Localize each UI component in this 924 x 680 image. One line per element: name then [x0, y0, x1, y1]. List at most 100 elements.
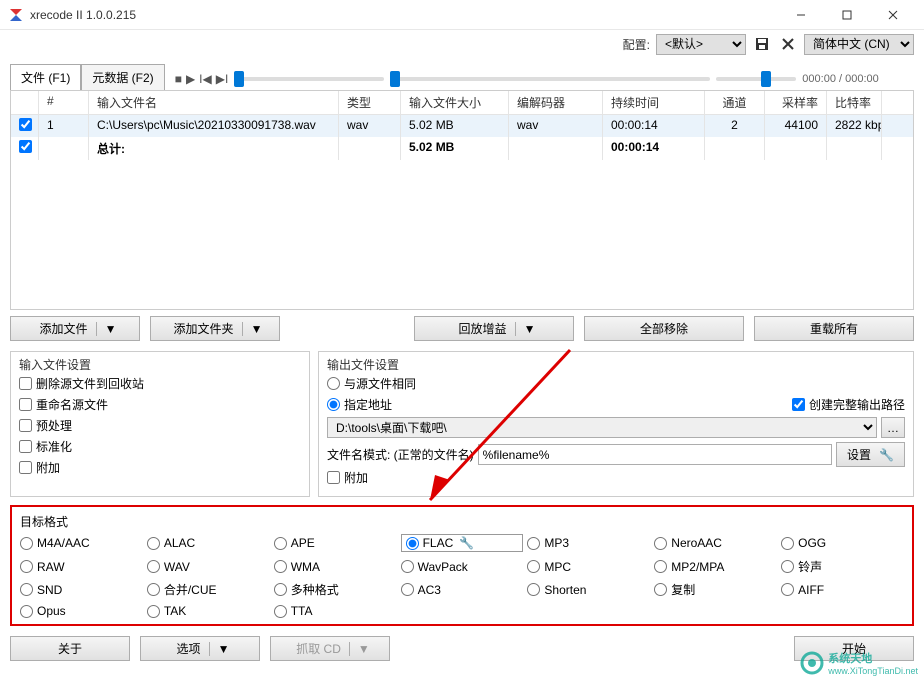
format-radio[interactable]: [654, 560, 667, 573]
create-full-path-checkbox[interactable]: [792, 398, 805, 411]
volume-slider[interactable]: [716, 77, 796, 81]
format-m4aaac[interactable]: M4A/AAC: [20, 534, 143, 552]
close-button[interactable]: [870, 0, 916, 30]
stop-icon[interactable]: ■: [175, 72, 182, 86]
format-radio[interactable]: [274, 537, 287, 550]
minimize-button[interactable]: [778, 0, 824, 30]
format-radio[interactable]: [527, 583, 540, 596]
play-icon[interactable]: ▶: [186, 72, 195, 86]
normalize-checkbox[interactable]: [19, 440, 32, 453]
tab-metadata[interactable]: 元数据 (F2): [81, 64, 164, 90]
format-radio[interactable]: [274, 560, 287, 573]
format-radio[interactable]: [147, 537, 160, 550]
format-mpc[interactable]: MPC: [527, 558, 650, 575]
col-size[interactable]: 输入文件大小: [401, 91, 509, 114]
about-button[interactable]: 关于: [10, 636, 130, 661]
replay-gain-button[interactable]: 回放增益▼: [414, 316, 574, 341]
delete-icon[interactable]: [778, 34, 798, 54]
browse-button[interactable]: …: [881, 417, 905, 438]
format-flac[interactable]: FLAC🔧: [401, 534, 524, 552]
format-raw[interactable]: RAW: [20, 558, 143, 575]
options-button[interactable]: 选项▼: [140, 636, 260, 661]
col-name[interactable]: 输入文件名: [89, 91, 339, 114]
format-[interactable]: 复制: [654, 581, 777, 598]
seek-slider[interactable]: [234, 77, 384, 81]
format-radio[interactable]: [781, 537, 794, 550]
format-radio[interactable]: [781, 560, 794, 573]
output-attach-checkbox[interactable]: [327, 471, 340, 484]
format-radio[interactable]: [20, 605, 33, 618]
format-alac[interactable]: ALAC: [147, 534, 270, 552]
tab-files[interactable]: 文件 (F1): [10, 64, 81, 90]
format-radio[interactable]: [147, 605, 160, 618]
config-select[interactable]: <默认>: [656, 34, 746, 55]
maximize-button[interactable]: [824, 0, 870, 30]
preprocess-checkbox[interactable]: [19, 419, 32, 432]
format-tta[interactable]: TTA: [274, 604, 397, 618]
input-attach-checkbox[interactable]: [19, 461, 32, 474]
col-ch[interactable]: 通道: [705, 91, 765, 114]
format-radio[interactable]: [20, 560, 33, 573]
output-path-select[interactable]: D:\tools\桌面\下载吧\: [327, 417, 877, 438]
progress-slider[interactable]: [390, 77, 710, 81]
format-snd[interactable]: SND: [20, 581, 143, 598]
rip-cd-button[interactable]: 抓取 CD▼: [270, 636, 390, 661]
format-radio[interactable]: [20, 537, 33, 550]
format-radio[interactable]: [274, 583, 287, 596]
format-radio[interactable]: [147, 583, 160, 596]
format-aiff[interactable]: AIFF: [781, 581, 904, 598]
format-radio[interactable]: [274, 605, 287, 618]
format-cue[interactable]: 合并/CUE: [147, 581, 270, 598]
col-check[interactable]: [11, 91, 39, 114]
table-row[interactable]: 1 C:\Users\pc\Music\20210330091738.wav w…: [11, 115, 913, 137]
col-codec[interactable]: 编解码器: [509, 91, 603, 114]
format-radio[interactable]: [20, 583, 33, 596]
format-radio[interactable]: [401, 560, 414, 573]
delete-to-recycle-checkbox[interactable]: [19, 377, 32, 390]
col-num[interactable]: #: [39, 91, 89, 114]
col-dur[interactable]: 持续时间: [603, 91, 705, 114]
format-wma[interactable]: WMA: [274, 558, 397, 575]
format-wavpack[interactable]: WavPack: [401, 558, 524, 575]
filename-pattern-input[interactable]: [478, 444, 832, 465]
format-[interactable]: 多种格式: [274, 581, 397, 598]
total-checkbox[interactable]: [19, 140, 32, 153]
gear-icon: 🔧: [879, 448, 894, 462]
format-radio[interactable]: [781, 583, 794, 596]
format-neroaac[interactable]: NeroAAC: [654, 534, 777, 552]
format-radio[interactable]: [147, 560, 160, 573]
gear-icon[interactable]: 🔧: [459, 536, 474, 550]
reload-all-button[interactable]: 重载所有: [754, 316, 914, 341]
format-radio[interactable]: [527, 560, 540, 573]
format-[interactable]: 铃声: [781, 558, 904, 575]
format-radio[interactable]: [527, 537, 540, 550]
format-mp2mpa[interactable]: MP2/MPA: [654, 558, 777, 575]
format-ape[interactable]: APE: [274, 534, 397, 552]
format-shorten[interactable]: Shorten: [527, 581, 650, 598]
add-file-button[interactable]: 添加文件▼: [10, 316, 140, 341]
col-sr[interactable]: 采样率: [765, 91, 827, 114]
save-icon[interactable]: [752, 34, 772, 54]
next-icon[interactable]: ▶I: [216, 72, 229, 86]
format-ac3[interactable]: AC3: [401, 581, 524, 598]
same-as-source-radio[interactable]: [327, 377, 340, 390]
format-mp3[interactable]: MP3: [527, 534, 650, 552]
format-wav[interactable]: WAV: [147, 558, 270, 575]
format-radio[interactable]: [654, 583, 667, 596]
remove-all-button[interactable]: 全部移除: [584, 316, 744, 341]
language-select[interactable]: 简体中文 (CN): [804, 34, 914, 55]
add-folder-button[interactable]: 添加文件夹▼: [150, 316, 280, 341]
format-radio[interactable]: [401, 583, 414, 596]
prev-icon[interactable]: I◀: [199, 72, 212, 86]
format-radio[interactable]: [406, 537, 419, 550]
format-ogg[interactable]: OGG: [781, 534, 904, 552]
format-radio[interactable]: [654, 537, 667, 550]
row-checkbox[interactable]: [19, 118, 32, 131]
filename-settings-button[interactable]: 设置 🔧: [836, 442, 905, 467]
rename-source-checkbox[interactable]: [19, 398, 32, 411]
col-type[interactable]: 类型: [339, 91, 401, 114]
format-opus[interactable]: Opus: [20, 604, 143, 618]
col-br[interactable]: 比特率: [827, 91, 882, 114]
specify-path-radio[interactable]: [327, 398, 340, 411]
format-tak[interactable]: TAK: [147, 604, 270, 618]
